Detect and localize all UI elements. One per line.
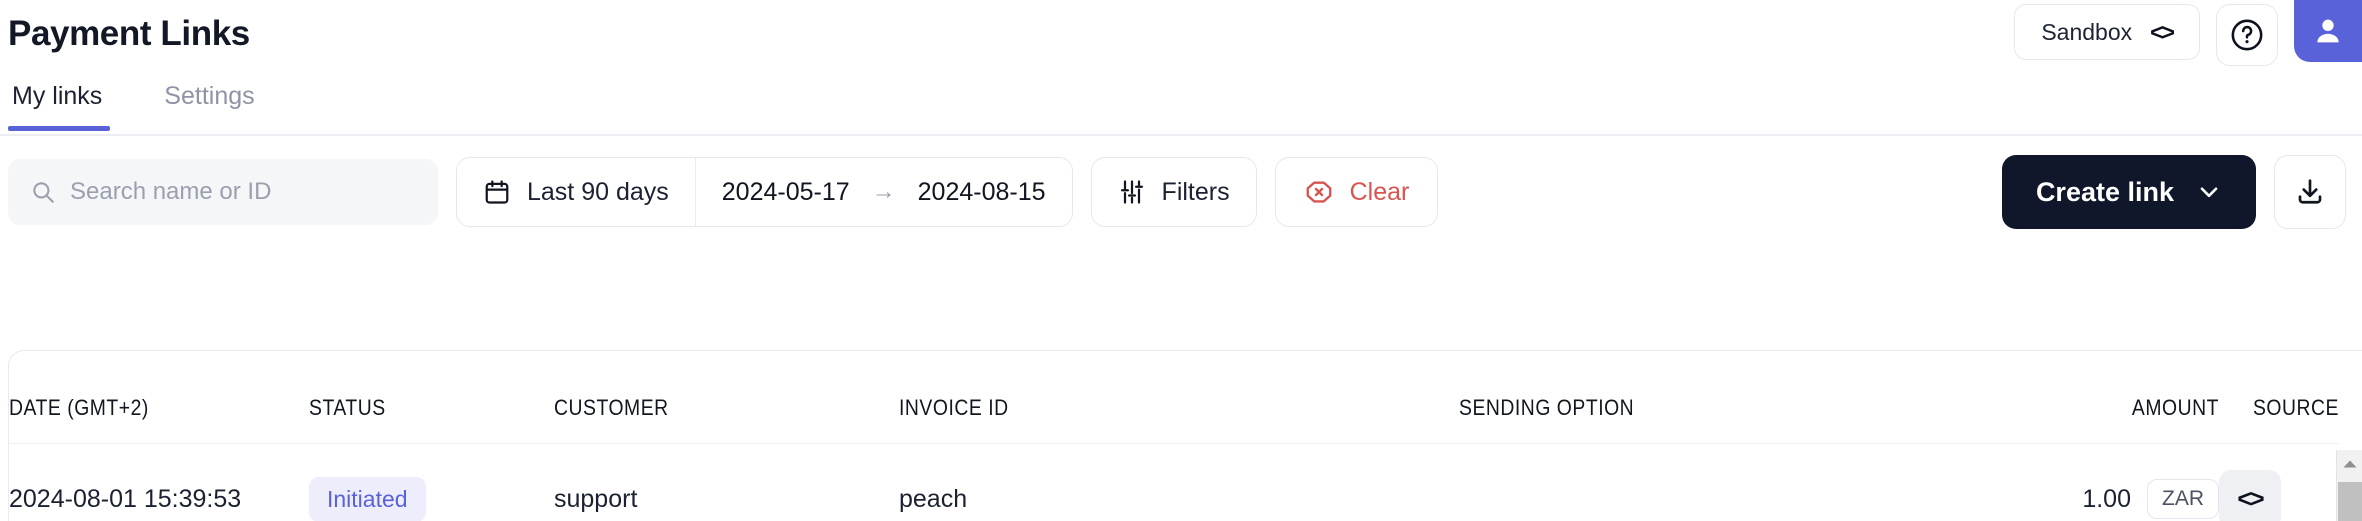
sandbox-label: Sandbox [2041, 18, 2133, 45]
top-header: Payment Links Sandbox <> [0, 0, 2362, 78]
currency-chip: ZAR [2147, 479, 2219, 519]
date-range-picker[interactable]: 2024-05-17 → 2024-08-15 [696, 158, 1072, 226]
column-header-status[interactable]: STATUS [309, 351, 525, 444]
cell-status: Initiated [309, 444, 554, 521]
search-placeholder: Search name or ID [70, 178, 272, 205]
user-avatar-icon [2317, 19, 2339, 43]
column-header-customer[interactable]: CUSTOMER [554, 351, 858, 444]
search-icon [33, 182, 54, 203]
table-header-row: DATE (GMT+2) STATUS CUSTOMER INVOICE ID … [9, 351, 2339, 444]
clear-filters-button[interactable]: Clear [1274, 157, 1439, 227]
user-avatar-button[interactable] [2294, 0, 2362, 62]
filter-toolbar-right: Create link [2001, 155, 2346, 229]
export-download-button[interactable] [2274, 155, 2346, 229]
calendar-icon [485, 180, 509, 204]
date-to-value: 2024-08-15 [917, 177, 1046, 206]
date-preset-label: Last 90 days [527, 177, 669, 206]
cell-source: <> [2219, 444, 2339, 521]
payment-links-table: DATE (GMT+2) STATUS CUSTOMER INVOICE ID … [8, 350, 2362, 521]
date-filter-group: Last 90 days 2024-05-17 → 2024-08-15 [456, 157, 1073, 227]
amount-value: 1.00 [2082, 484, 2131, 513]
scroll-up-arrow-icon [2343, 460, 2356, 468]
payment-links-page: Payment Links Sandbox <> My links Settin… [0, 0, 2362, 521]
clear-label: Clear [1349, 177, 1410, 206]
status-badge: Initiated [309, 476, 426, 521]
filter-toolbar: Search name or ID Last 90 days 2024-05-1… [0, 136, 2362, 248]
tab-bar: My links Settings [0, 78, 2362, 136]
code-brackets-icon: <> [2150, 18, 2175, 45]
help-circle-icon [2231, 19, 2263, 51]
scrollbar-up-button[interactable] [2337, 450, 2362, 478]
create-link-button[interactable]: Create link [2001, 155, 2256, 229]
header-actions: Sandbox <> [2014, 0, 2362, 78]
sandbox-button[interactable]: Sandbox <> [2014, 4, 2200, 60]
table-row[interactable]: 2024-08-01 15:39:53 Initiated support pe… [9, 443, 2339, 521]
search-input[interactable]: Search name or ID [8, 159, 438, 225]
filters-button[interactable]: Filters [1090, 157, 1257, 227]
cell-amount: 1.00 ZAR [1979, 444, 2219, 521]
date-preset-button[interactable]: Last 90 days [457, 158, 696, 226]
create-link-label: Create link [2035, 176, 2174, 207]
tab-settings[interactable]: Settings [152, 78, 266, 129]
cell-sending-option [1459, 444, 1979, 521]
column-header-amount[interactable]: AMOUNT [2008, 351, 2219, 444]
page-title: Payment Links [8, 14, 250, 53]
filters-label: Filters [1161, 177, 1230, 206]
cell-date: 2024-08-01 15:39:53 [9, 484, 242, 513]
tab-my-links[interactable]: My links [8, 78, 114, 131]
date-arrow-icon: → [871, 178, 896, 205]
close-octagon-icon [1306, 181, 1332, 203]
help-button[interactable] [2216, 4, 2278, 66]
cell-invoice-id: peach [899, 484, 968, 513]
column-header-sending-option[interactable]: SENDING OPTION [1459, 351, 1917, 444]
scrollbar-thumb[interactable] [2338, 482, 2362, 521]
sliders-icon [1120, 180, 1143, 204]
chevron-down-icon [2200, 187, 2218, 198]
column-header-source[interactable]: SOURCE [2233, 351, 2339, 444]
column-header-invoice-id[interactable]: INVOICE ID [899, 351, 1392, 444]
download-icon [2298, 179, 2322, 204]
cell-customer: support [554, 484, 638, 513]
source-code-button[interactable]: <> [2219, 470, 2281, 521]
date-from-value: 2024-05-17 [721, 177, 850, 206]
vertical-scrollbar[interactable] [2336, 450, 2362, 521]
column-header-date[interactable]: DATE (GMT+2) [9, 351, 273, 444]
